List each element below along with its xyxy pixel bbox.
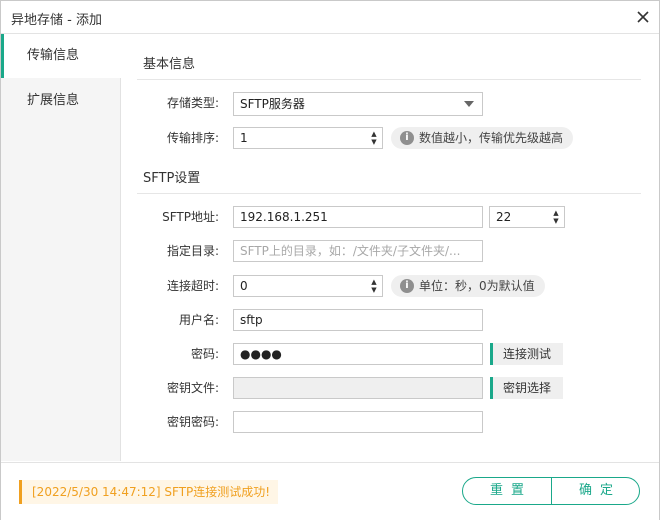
- window-title: 异地存储 - 添加: [11, 13, 102, 28]
- section-title-basic: 基本信息: [143, 57, 196, 72]
- storage-type-select[interactable]: SFTP服务器: [233, 92, 483, 116]
- directory-label: 指定目录:: [166, 244, 219, 258]
- close-icon: [637, 11, 649, 23]
- info-icon: i: [400, 279, 414, 293]
- section-divider: [137, 79, 641, 80]
- action-button-group: 重置 确定: [462, 477, 640, 505]
- sftp-address-input[interactable]: 192.168.1.251: [233, 206, 483, 228]
- keyfile-label: 密钥文件:: [166, 381, 219, 395]
- chevron-down-icon: [464, 101, 474, 107]
- keypass-label: 密钥密码:: [166, 415, 219, 429]
- title-bar: 异地存储 - 添加: [1, 1, 659, 34]
- sftp-port-input[interactable]: 22 ▲ ▼: [489, 206, 565, 228]
- priority-hint: i 数值越小，传输优先级越高: [391, 127, 574, 149]
- timeout-input[interactable]: 0 ▲ ▼: [233, 275, 383, 297]
- timeout-label: 连接超时:: [166, 279, 219, 293]
- priority-input[interactable]: 1 ▲ ▼: [233, 127, 383, 149]
- spinner-arrows-icon[interactable]: ▲ ▼: [370, 278, 378, 294]
- sftp-address-value: 192.168.1.251: [240, 210, 328, 224]
- section-title-sftp: SFTP设置: [143, 171, 201, 186]
- sidebar: 传输信息 扩展信息: [1, 34, 121, 461]
- dialog-window: 异地存储 - 添加 传输信息 扩展信息 基本信息 存储类型: SFTP服务器 传…: [0, 0, 660, 520]
- password-value: ●●●●: [240, 347, 282, 361]
- directory-input[interactable]: SFTP上的目录，如：/文件夹/子文件夹/...: [233, 240, 483, 262]
- priority-label: 传输排序:: [166, 131, 219, 145]
- timeout-hint: i 单位：秒，0为默认值: [391, 275, 545, 297]
- password-input[interactable]: ●●●●: [233, 343, 483, 365]
- reset-button[interactable]: 重置: [463, 478, 551, 504]
- timeout-hint-text: 单位：秒，0为默认值: [419, 279, 535, 293]
- timeout-value: 0: [240, 279, 248, 293]
- tab-transfer-info[interactable]: 传输信息: [1, 34, 121, 78]
- test-connection-button[interactable]: 连接测试: [490, 343, 564, 365]
- priority-value: 1: [240, 131, 248, 145]
- sftp-port-value: 22: [496, 210, 512, 224]
- tab-extended-info[interactable]: 扩展信息: [1, 79, 120, 123]
- username-input[interactable]: sftp: [233, 309, 483, 331]
- footer-bar: [2022/5/30 14:47:12] SFTP连接测试成功! 重置 确定: [1, 462, 659, 520]
- keypass-input[interactable]: [233, 411, 483, 433]
- storage-type-label: 存储类型:: [166, 96, 219, 110]
- confirm-button[interactable]: 确定: [552, 478, 639, 504]
- close-button[interactable]: [633, 7, 653, 27]
- storage-type-value: SFTP服务器: [240, 97, 305, 111]
- spinner-arrows-icon[interactable]: ▲ ▼: [370, 130, 378, 146]
- username-label: 用户名:: [178, 313, 219, 327]
- sftp-address-label: SFTP地址:: [162, 210, 219, 224]
- username-value: sftp: [240, 313, 263, 327]
- directory-placeholder: SFTP上的目录，如：/文件夹/子文件夹/...: [240, 244, 461, 258]
- priority-hint-text: 数值越小，传输优先级越高: [419, 131, 564, 145]
- keyfile-input: [233, 377, 483, 399]
- section-divider: [137, 193, 641, 194]
- status-message: [2022/5/30 14:47:12] SFTP连接测试成功!: [19, 480, 279, 504]
- spinner-arrows-icon[interactable]: ▲ ▼: [552, 209, 560, 225]
- select-key-button[interactable]: 密钥选择: [490, 377, 564, 399]
- password-label: 密码:: [190, 347, 219, 361]
- info-icon: i: [400, 131, 414, 145]
